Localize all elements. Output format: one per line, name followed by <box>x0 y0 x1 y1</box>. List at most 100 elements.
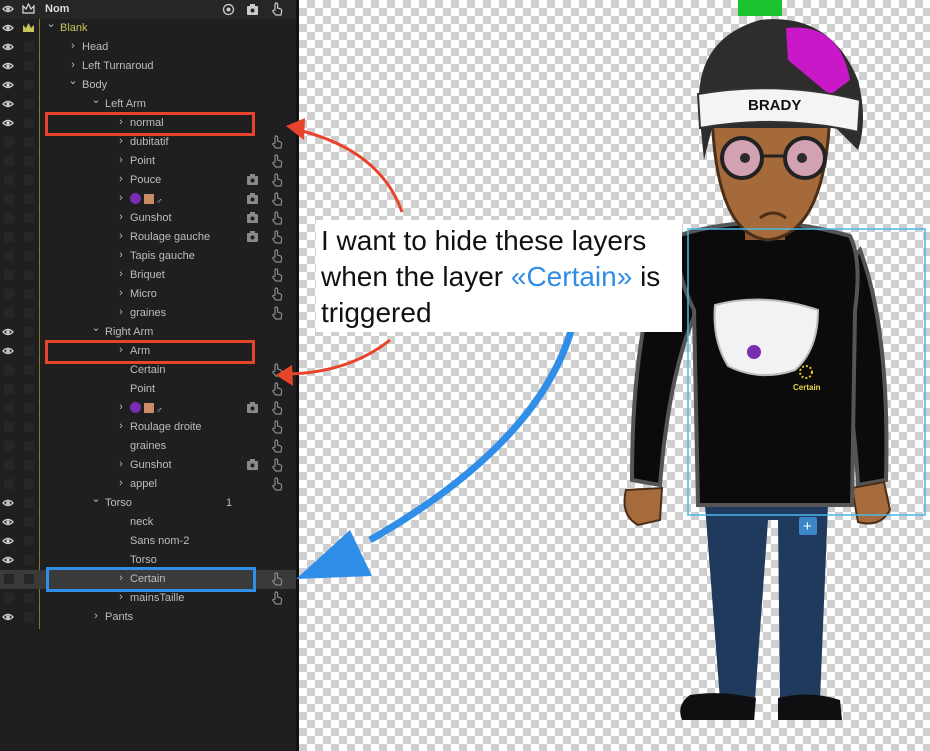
visibility-toggle[interactable] <box>4 289 14 299</box>
layer-row[interactable]: › Left Turnaroud <box>0 57 296 76</box>
visibility-toggle[interactable] <box>4 593 14 603</box>
lock-toggle[interactable] <box>24 213 34 223</box>
visibility-toggle[interactable] <box>4 384 14 394</box>
lock-toggle[interactable] <box>24 251 34 261</box>
trigger-hand-icon[interactable] <box>270 2 284 17</box>
chevron-right-icon[interactable]: › <box>116 591 126 603</box>
lock-toggle[interactable] <box>24 517 34 527</box>
chevron-right-icon[interactable]: › <box>116 211 126 223</box>
lock-toggle[interactable] <box>24 289 34 299</box>
trigger-hand-icon[interactable] <box>270 439 284 453</box>
lock-toggle[interactable] <box>24 574 34 584</box>
lock-toggle[interactable] <box>24 80 34 90</box>
trigger-hand-icon[interactable] <box>270 572 284 586</box>
trigger-hand-icon[interactable] <box>270 458 284 472</box>
trigger-hand-icon[interactable] <box>270 230 284 244</box>
trigger-hand-icon[interactable] <box>270 287 284 301</box>
lock-toggle[interactable] <box>24 99 34 109</box>
visibility-toggle[interactable] <box>4 232 14 242</box>
visibility-toggle[interactable] <box>4 213 14 223</box>
lock-toggle[interactable] <box>24 232 34 242</box>
chevron-right-icon[interactable]: › <box>116 458 126 470</box>
lock-toggle[interactable] <box>24 327 34 337</box>
trigger-hand-icon[interactable] <box>270 249 284 263</box>
visibility-toggle[interactable] <box>4 422 14 432</box>
lock-toggle[interactable] <box>24 308 34 318</box>
layer-row[interactable]: › Gunshot <box>0 209 296 228</box>
lock-toggle[interactable] <box>24 156 34 166</box>
chevron-right-icon[interactable]: › <box>68 59 78 71</box>
layer-row[interactable]: › Pouce <box>0 171 296 190</box>
lock-toggle[interactable] <box>24 270 34 280</box>
trigger-hand-icon[interactable] <box>270 363 284 377</box>
camera-icon[interactable] <box>246 458 260 472</box>
chevron-right-icon[interactable]: › <box>91 610 101 622</box>
camera-icon[interactable] <box>246 230 260 244</box>
chevron-right-icon[interactable]: › <box>116 420 126 432</box>
chevron-right-icon[interactable]: › <box>116 192 126 204</box>
layer-row[interactable]: ⌄ Blank <box>0 17 296 38</box>
visibility-toggle[interactable] <box>4 270 14 280</box>
visibility-toggle[interactable] <box>4 156 14 166</box>
chevron-right-icon[interactable]: › <box>116 477 126 489</box>
visibility-toggle[interactable] <box>4 441 14 451</box>
lock-toggle[interactable] <box>24 61 34 71</box>
chevron-right-icon[interactable]: › <box>116 401 126 413</box>
lock-toggle[interactable] <box>24 498 34 508</box>
target-icon[interactable] <box>222 3 235 16</box>
lock-toggle[interactable] <box>24 175 34 185</box>
scene-canvas[interactable]: Certain BRADY + <box>299 0 930 751</box>
lock-toggle[interactable] <box>24 422 34 432</box>
trigger-hand-icon[interactable] <box>270 173 284 187</box>
lock-toggle[interactable] <box>24 137 34 147</box>
layer-row[interactable]: › Pants <box>0 608 296 627</box>
visibility-toggle[interactable] <box>4 574 14 584</box>
chevron-down-icon[interactable]: ⌄ <box>91 492 101 505</box>
lock-toggle[interactable] <box>24 555 34 565</box>
chevron-down-icon[interactable]: ⌄ <box>46 17 56 30</box>
camera-icon[interactable] <box>246 401 260 415</box>
layer-row[interactable]: › Point <box>0 152 296 171</box>
layer-row[interactable]: graines <box>0 437 296 456</box>
lock-toggle[interactable] <box>24 441 34 451</box>
chevron-right-icon[interactable]: › <box>116 230 126 242</box>
trigger-hand-icon[interactable] <box>270 401 284 415</box>
layer-row[interactable]: › Micro <box>0 285 296 304</box>
visibility-toggle[interactable] <box>4 460 14 470</box>
lock-toggle[interactable] <box>24 194 34 204</box>
chevron-right-icon[interactable]: › <box>116 135 126 147</box>
layer-row[interactable]: › Roulage droite <box>0 418 296 437</box>
trigger-hand-icon[interactable] <box>270 382 284 396</box>
layer-row[interactable]: Point <box>0 380 296 399</box>
chevron-right-icon[interactable]: › <box>116 268 126 280</box>
layer-row[interactable]: › Head <box>0 38 296 57</box>
lock-toggle[interactable] <box>24 536 34 546</box>
lock-toggle[interactable] <box>24 403 34 413</box>
lock-toggle[interactable] <box>24 384 34 394</box>
trigger-hand-icon[interactable] <box>270 268 284 282</box>
lock-toggle[interactable] <box>24 346 34 356</box>
layer-row[interactable]: › ♂ <box>0 399 296 418</box>
lock-toggle[interactable] <box>24 479 34 489</box>
layer-row[interactable]: › Briquet <box>0 266 296 285</box>
trigger-hand-icon[interactable] <box>270 154 284 168</box>
chevron-right-icon[interactable]: › <box>116 249 126 261</box>
lock-toggle[interactable] <box>24 42 34 52</box>
visibility-toggle[interactable] <box>4 137 14 147</box>
lock-toggle[interactable] <box>24 460 34 470</box>
visibility-toggle[interactable] <box>4 175 14 185</box>
chevron-down-icon[interactable]: ⌄ <box>91 321 101 334</box>
layer-row[interactable]: › Roulage gauche <box>0 228 296 247</box>
trigger-hand-icon[interactable] <box>270 211 284 225</box>
eye-icon[interactable] <box>2 3 14 15</box>
layer-row[interactable]: Sans nom-2 <box>0 532 296 551</box>
lock-toggle[interactable] <box>24 593 34 603</box>
layer-row[interactable]: › appel <box>0 475 296 494</box>
visibility-toggle[interactable] <box>4 194 14 204</box>
visibility-toggle[interactable] <box>4 251 14 261</box>
lock-toggle[interactable] <box>24 365 34 375</box>
camera-icon[interactable] <box>246 3 259 16</box>
trigger-hand-icon[interactable] <box>270 192 284 206</box>
layer-row[interactable]: neck <box>0 513 296 532</box>
camera-icon[interactable] <box>246 211 260 225</box>
